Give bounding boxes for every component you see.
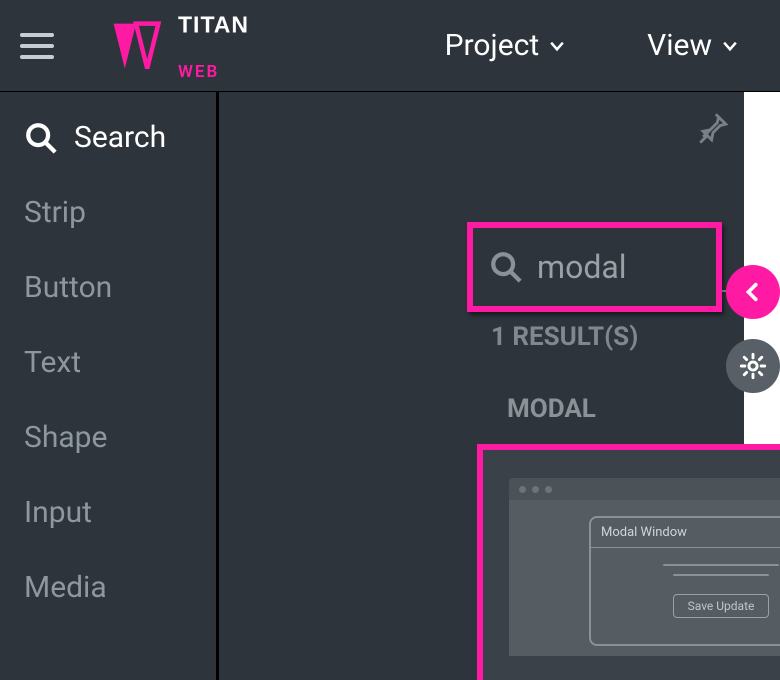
titan-logo-icon [108,18,164,74]
menu-label: View [647,28,712,63]
top-bar: TITAN WEB Project View [0,0,780,92]
sidebar-item-input[interactable]: Input [0,475,216,550]
titan-wordmark: TITAN [178,10,278,40]
chevron-down-icon [720,36,740,56]
pin-panel-button[interactable] [696,110,730,148]
logo-subtext: WEB [178,62,278,82]
view-menu[interactable]: View [647,28,740,63]
panel-search-value: modal [537,248,627,286]
sidebar-item-media[interactable]: Media [0,550,216,625]
search-icon [24,121,58,155]
collapse-panel-fab[interactable] [726,265,780,319]
svg-text:TITAN: TITAN [178,11,249,37]
results-count: 1 RESULT(S) [491,322,638,352]
sidebar-item-text[interactable]: Text [0,325,216,400]
sidebar-search[interactable]: Search [0,106,216,175]
thumb-modal-button: Save Update [673,594,770,618]
search-icon [489,250,523,284]
menu-label: Project [445,28,540,63]
hamburger-menu-button[interactable] [20,26,60,66]
chevron-left-icon [742,281,764,303]
result-heading-modal: MODAL [507,394,596,424]
logo[interactable]: TITAN WEB [108,10,278,82]
thumbnail-graphic: Modal Window ✕ Save Update [509,478,780,656]
thumb-modal-title: Modal Window [601,525,687,540]
project-menu[interactable]: Project [445,28,568,63]
sidebar-item-strip[interactable]: Strip [0,175,216,250]
thumb-browser-chrome [509,478,780,500]
panel-search-input[interactable]: modal [467,222,722,312]
result-thumbnail-modal[interactable]: Modal Window ✕ Save Update [477,444,780,680]
pin-icon [696,110,730,144]
thumb-modal-card: Modal Window ✕ Save Update [589,516,780,646]
main-body: Search Strip Button Text Shape Input Med… [0,92,780,680]
top-menus: Project View [445,28,760,63]
sidebar-item-shape[interactable]: Shape [0,400,216,475]
sidebar-search-label: Search [74,120,166,155]
sidebar-item-button[interactable]: Button [0,250,216,325]
settings-fab[interactable] [726,339,780,393]
chevron-down-icon [547,36,567,56]
gear-icon [739,352,767,380]
sidebar: Search Strip Button Text Shape Input Med… [0,92,219,680]
elements-panel: modal 1 RESULT(S) MODAL Modal Window ✕ [219,92,780,680]
